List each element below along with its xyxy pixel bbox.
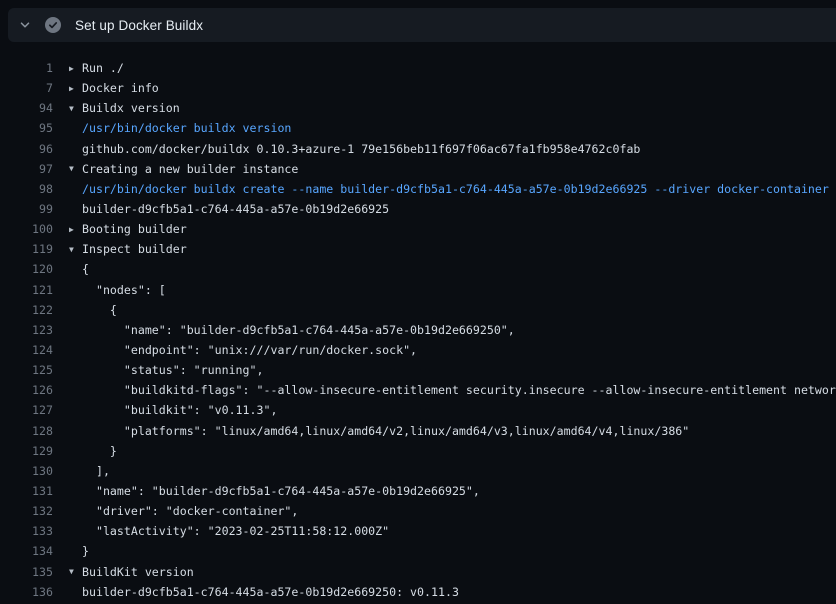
log-output-text: } [82,544,89,558]
log-group-row[interactable]: 1 ▶Run ./ [0,58,836,78]
log-group-row[interactable]: 7 ▶Docker info [0,78,836,98]
line-number[interactable]: 130 [0,464,53,478]
line-number[interactable]: 119 [0,242,53,256]
line-number[interactable]: 96 [0,142,53,156]
log-output-text: "platforms": "linux/amd64,linux/amd64/v2… [82,424,689,438]
line-number[interactable]: 120 [0,262,53,276]
log-output-text: } [82,444,117,458]
line-number[interactable]: 135 [0,565,53,579]
line-number[interactable]: 100 [0,222,53,236]
line-number[interactable]: 1 [0,61,53,75]
log-group-label: Docker info [82,81,159,95]
line-number[interactable]: 122 [0,303,53,317]
log-group-row[interactable]: 100 ▶Booting builder [0,219,836,239]
log-output-text: github.com/docker/buildx 0.10.3+azure-1 … [82,142,640,156]
log-row: 126 "buildkitd-flags": "--allow-insecure… [0,380,836,400]
log-command-text: /usr/bin/docker buildx create --name bui… [82,182,829,196]
log-group-label: Inspect builder [82,242,187,256]
log-group-row[interactable]: 94 ▼Buildx version [0,98,836,118]
log-lines: 1▶Run ./7▶Docker info94▼Buildx version95… [0,58,836,602]
triangle-down-icon[interactable]: ▼ [69,245,82,254]
log-group-label: Buildx version [82,101,180,115]
line-number[interactable]: 132 [0,504,53,518]
triangle-right-icon[interactable]: ▶ [69,64,82,73]
log-command-text: /usr/bin/docker buildx version [82,121,291,135]
triangle-down-icon[interactable]: ▼ [69,104,82,113]
log-output-text: "name": "builder-d9cfb5a1-c764-445a-a57e… [82,484,480,498]
line-number[interactable]: 121 [0,283,53,297]
line-number[interactable]: 136 [0,585,53,599]
log-row: 125 "status": "running", [0,360,836,380]
line-number[interactable]: 98 [0,182,53,196]
log-output-text: "nodes": [ [82,283,166,297]
line-number[interactable]: 126 [0,383,53,397]
line-number[interactable]: 129 [0,444,53,458]
line-number[interactable]: 7 [0,81,53,95]
log-row: 124 "endpoint": "unix:///var/run/docker.… [0,340,836,360]
log-output-text: "buildkit": "v0.11.3", [82,403,277,417]
log-row: 134} [0,541,836,561]
step-header[interactable]: Set up Docker Buildx [8,8,836,42]
log-row: 99 builder-d9cfb5a1-c764-445a-a57e-0b19d2… [0,199,836,219]
line-number[interactable]: 124 [0,343,53,357]
log-row: 128 "platforms": "linux/amd64,linux/amd6… [0,421,836,441]
log-output-text: { [82,262,89,276]
triangle-down-icon[interactable]: ▼ [69,567,82,576]
line-number[interactable]: 128 [0,424,53,438]
line-number[interactable]: 97 [0,162,53,176]
log-row: 123 "name": "builder-d9cfb5a1-c764-445a-… [0,320,836,340]
chevron-down-icon[interactable] [18,18,32,32]
log-output-text: { [82,303,117,317]
log-output-text: builder-d9cfb5a1-c764-445a-a57e-0b19d2e6… [82,202,389,216]
log-group-row[interactable]: 119 ▼Inspect builder [0,239,836,259]
triangle-right-icon[interactable]: ▶ [69,225,82,234]
line-number[interactable]: 127 [0,403,53,417]
log-group-label: BuildKit version [82,565,194,579]
line-number[interactable]: 131 [0,484,53,498]
log-output-text: "driver": "docker-container", [82,504,298,518]
log-row: 131 "name": "builder-d9cfb5a1-c764-445a-… [0,481,836,501]
log-row: 132 "driver": "docker-container", [0,501,836,521]
line-number[interactable]: 94 [0,101,53,115]
log-group-label: Booting builder [82,222,187,236]
log-row: 121 "nodes": [ [0,280,836,300]
line-number[interactable]: 99 [0,202,53,216]
line-number[interactable]: 134 [0,544,53,558]
log-group-row[interactable]: 97 ▼Creating a new builder instance [0,159,836,179]
line-number[interactable]: 133 [0,524,53,538]
log-group-label: Run ./ [82,61,124,75]
log-output-text: "buildkitd-flags": "--allow-insecure-ent… [82,383,836,397]
status-check-icon [45,17,61,33]
log-output-text: builder-d9cfb5a1-c764-445a-a57e-0b19d2e6… [82,585,459,599]
line-number[interactable]: 125 [0,363,53,377]
log-row: 136 builder-d9cfb5a1-c764-445a-a57e-0b19d… [0,582,836,602]
log-row: 120 { [0,259,836,279]
log-row: 133 "lastActivity": "2023-02-25T11:58:12… [0,521,836,541]
line-number[interactable]: 95 [0,121,53,135]
log-group-label: Creating a new builder instance [82,162,298,176]
line-number[interactable]: 123 [0,323,53,337]
log-output-text: "lastActivity": "2023-02-25T11:58:12.000… [82,524,389,538]
log-output-text: "endpoint": "unix:///var/run/docker.sock… [82,343,417,357]
log-row: 98/usr/bin/docker buildx create --name b… [0,179,836,199]
triangle-right-icon[interactable]: ▶ [69,84,82,93]
log-row: 95/usr/bin/docker buildx version [0,118,836,138]
log-output-text: "status": "running", [82,363,263,377]
log-row: 122 { [0,300,836,320]
step-title: Set up Docker Buildx [75,18,203,33]
log-row: 96 github.com/docker/buildx 0.10.3+azure-… [0,139,836,159]
triangle-down-icon[interactable]: ▼ [69,164,82,173]
log-group-row[interactable]: 135 ▼BuildKit version [0,562,836,582]
log-output-text: ], [82,464,110,478]
log-row: 130 ], [0,461,836,481]
log-row: 129 } [0,441,836,461]
log-row: 127 "buildkit": "v0.11.3", [0,400,836,420]
log-output-text: "name": "builder-d9cfb5a1-c764-445a-a57e… [82,323,515,337]
